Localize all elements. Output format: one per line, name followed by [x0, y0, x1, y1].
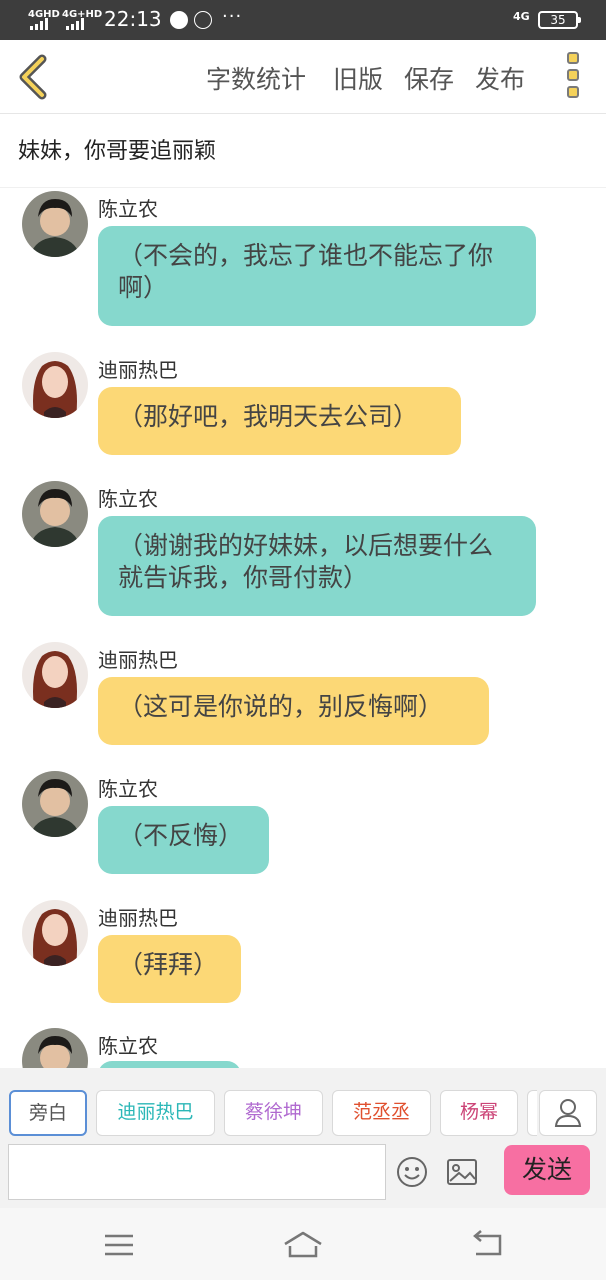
notification-icon [170, 11, 188, 29]
avatar-male[interactable] [22, 771, 88, 837]
home-button[interactable] [283, 1230, 323, 1260]
network-type: 4G [513, 10, 530, 23]
more-vertical-icon [562, 52, 584, 98]
message-bubble[interactable]: （不反悔） [98, 806, 269, 874]
old-version-button[interactable]: 旧版 [333, 60, 383, 96]
avatar-female[interactable] [22, 642, 88, 708]
avatar-female[interactable] [22, 900, 88, 966]
avatar-male[interactable] [22, 1028, 88, 1068]
speaker-name: 陈立农 [98, 487, 158, 511]
speaker-name: 陈立农 [98, 1034, 158, 1058]
message-bubble[interactable]: （不会的，我忘了谁也不能忘了你啊） [98, 226, 536, 326]
return-button[interactable] [468, 1230, 508, 1260]
cast-chip-caixukun[interactable]: 蔡徐坤 [224, 1090, 323, 1136]
cast-chip-label: 杨幂 [459, 1101, 498, 1123]
message-bubble[interactable] [98, 1061, 241, 1068]
system-nav-bar [0, 1208, 606, 1280]
save-button[interactable]: 保存 [404, 60, 454, 96]
menu-button[interactable] [100, 1230, 140, 1260]
cast-chip-fanchengcheng[interactable]: 范丞丞 [332, 1090, 431, 1136]
menu-icon [105, 1234, 133, 1256]
emoji-button[interactable] [396, 1156, 428, 1188]
smiley-icon [397, 1157, 427, 1187]
send-button[interactable]: 发送 [504, 1145, 590, 1195]
message-bubble[interactable]: （谢谢我的好妹妹，以后想要什么就告诉我，你哥付款） [98, 516, 536, 616]
cast-chip-label: 范丞丞 [352, 1101, 410, 1123]
cast-manager-button[interactable] [539, 1090, 597, 1136]
story-title[interactable]: 妹妹，你哥要追丽颖 [0, 115, 606, 188]
more-notifications-icon: ··· [222, 6, 243, 27]
jovi-icon [194, 11, 212, 29]
speaker-name: 迪丽热巴 [98, 358, 178, 382]
speaker-name: 陈立农 [98, 777, 158, 801]
person-icon [554, 1099, 582, 1127]
image-button[interactable] [446, 1158, 478, 1186]
message-bubble[interactable]: （拜拜） [98, 935, 241, 1003]
avatar-male[interactable] [22, 191, 88, 257]
compose-panel: 旁白 迪丽热巴 蔡徐坤 范丞丞 杨幂 发送 [0, 1068, 606, 1208]
message-input[interactable] [8, 1144, 386, 1200]
cast-chip-label: 蔡徐坤 [244, 1101, 302, 1123]
word-count-button[interactable]: 字数统计 [206, 60, 306, 96]
image-icon [447, 1159, 477, 1185]
signal-strength-icon [30, 18, 48, 30]
message-bubble[interactable]: （那好吧，我明天去公司） [98, 387, 461, 455]
publish-button[interactable]: 发布 [475, 60, 525, 96]
speaker-name: 迪丽热巴 [98, 906, 178, 930]
editor-toolbar: 字数统计 旧版 保存 发布 [0, 40, 606, 114]
avatar-female[interactable] [22, 352, 88, 418]
cast-chip-label: 旁白 [28, 1102, 67, 1124]
status-bar: 4GHD 4G+HD 22:13 ··· 4G 35 [0, 0, 606, 40]
chat-list[interactable]: 陈立农 （不会的，我忘了谁也不能忘了你啊） 迪丽热巴 （那好吧，我明天去公司） … [0, 189, 606, 1068]
speaker-name: 陈立农 [98, 197, 158, 221]
avatar-male[interactable] [22, 481, 88, 547]
battery-icon: 35 [538, 11, 581, 29]
speaker-name: 迪丽热巴 [98, 648, 178, 672]
chevron-left-icon [19, 54, 47, 100]
back-icon [473, 1230, 502, 1256]
more-options-button[interactable] [562, 52, 584, 102]
cast-chip-narrator[interactable]: 旁白 [9, 1090, 87, 1136]
back-button[interactable] [12, 54, 56, 100]
clock: 22:13 [104, 7, 162, 31]
cast-chip-partial[interactable] [527, 1090, 537, 1136]
signal-strength-icon [66, 18, 84, 30]
cast-chip-dilireba[interactable]: 迪丽热巴 [96, 1090, 215, 1136]
message-bubble[interactable]: （这可是你说的，别反悔啊） [98, 677, 489, 745]
home-icon [284, 1231, 322, 1258]
cast-chip-label: 迪丽热巴 [117, 1101, 194, 1123]
cast-chip-yangmi[interactable]: 杨幂 [440, 1090, 518, 1136]
